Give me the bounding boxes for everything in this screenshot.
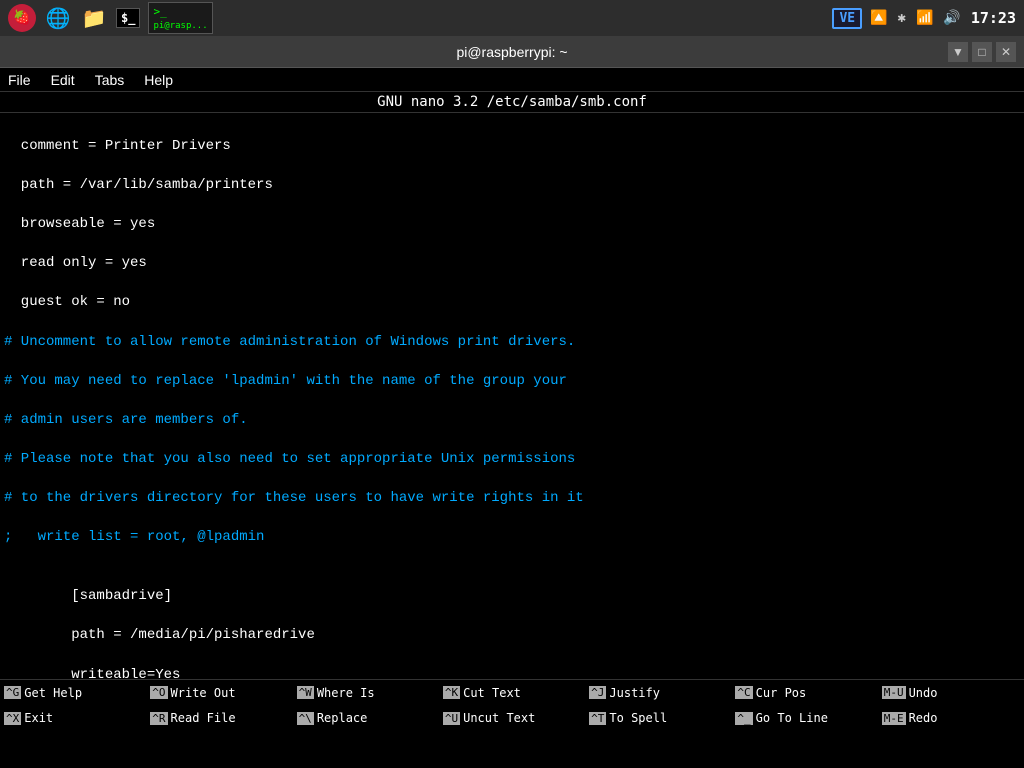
- editor-line: # admin users are members of.: [0, 411, 1024, 431]
- shortcut-label: Read File: [171, 711, 236, 725]
- window-controls[interactable]: ▼ □ ✕: [948, 42, 1016, 62]
- shortcut-uncut-text[interactable]: ^U Uncut Text: [439, 706, 585, 732]
- terminal-title: pi@raspberrypi: ~: [456, 44, 567, 60]
- menu-help[interactable]: Help: [144, 72, 173, 88]
- ve-badge: VE: [832, 8, 862, 29]
- globe-icon[interactable]: 🌐: [44, 4, 72, 32]
- shortcut-key: ^K: [443, 686, 460, 699]
- shortcut-key: M-U: [882, 686, 906, 699]
- window-close-button[interactable]: ✕: [996, 42, 1016, 62]
- shortcut-label: Undo: [909, 686, 938, 700]
- editor-line: guest ok = no: [0, 293, 1024, 313]
- bluetooth-icon: 🔼: [870, 10, 887, 26]
- window-maximize-button[interactable]: □: [972, 42, 992, 62]
- window-minimize-button[interactable]: ▼: [948, 42, 968, 62]
- system-right: 🔼 ✱ 📶 🔊 17:23: [870, 9, 1016, 27]
- shortcut-go-to-line[interactable]: ^_ Go To Line: [731, 706, 877, 732]
- terminal-titlebar: pi@raspberrypi: ~ ▼ □ ✕: [0, 36, 1024, 68]
- shortcut-justify[interactable]: ^J Justify: [585, 680, 731, 706]
- shortcut-redo[interactable]: M-E Redo: [878, 706, 1024, 732]
- menu-edit[interactable]: Edit: [51, 72, 75, 88]
- shortcut-key: ^C: [735, 686, 752, 699]
- shortcut-undo[interactable]: M-U Undo: [878, 680, 1024, 706]
- bluetooth2-icon: ✱: [898, 10, 906, 26]
- shortcut-exit[interactable]: ^X Exit: [0, 706, 146, 732]
- nano-menubar: File Edit Tabs Help: [0, 68, 1024, 92]
- editor-line: read only = yes: [0, 254, 1024, 274]
- shortcut-where-is[interactable]: ^W Where Is: [293, 680, 439, 706]
- shortcut-write-out[interactable]: ^O Write Out: [146, 680, 292, 706]
- shortcut-key: ^R: [150, 712, 167, 725]
- shortcut-get-help[interactable]: ^G Get Help: [0, 680, 146, 706]
- shortcut-to-spell[interactable]: ^T To Spell: [585, 706, 731, 732]
- terminal2-icon[interactable]: >_pi@rasp...: [148, 2, 212, 34]
- shortcut-key: ^U: [443, 712, 460, 725]
- editor-area[interactable]: comment = Printer Drivers path = /var/li…: [0, 113, 1024, 679]
- shortcut-label: Exit: [24, 711, 53, 725]
- shortcut-label: Get Help: [24, 686, 82, 700]
- shortcut-key: ^O: [150, 686, 167, 699]
- nano-header: GNU nano 3.2 /etc/samba/smb.conf: [0, 92, 1024, 113]
- editor-line: path = /var/lib/samba/printers: [0, 176, 1024, 196]
- shortcut-key: ^_: [735, 712, 752, 725]
- terminal-icon[interactable]: $_: [116, 8, 140, 28]
- clock: 17:23: [971, 9, 1016, 27]
- shortcut-key: ^W: [297, 686, 314, 699]
- shortcut-label: Redo: [909, 711, 938, 725]
- system-bar: 🍓 🌐 📁 $_ >_pi@rasp... VE 🔼 ✱ 📶 🔊 17:23: [0, 0, 1024, 36]
- folder-icon[interactable]: 📁: [80, 4, 108, 32]
- wifi-icon: 📶: [916, 10, 933, 26]
- editor-line: ; write list = root, @lpadmin: [0, 528, 1024, 548]
- shortcut-key: ^T: [589, 712, 606, 725]
- raspberry-icon[interactable]: 🍓: [8, 4, 36, 32]
- editor-line: writeable=Yes: [0, 666, 1024, 679]
- terminal-window: pi@raspberrypi: ~ ▼ □ ✕ File Edit Tabs H…: [0, 36, 1024, 731]
- volume-icon: 🔊: [943, 10, 960, 26]
- menu-file[interactable]: File: [8, 72, 31, 88]
- shortcut-label: Go To Line: [756, 711, 828, 725]
- shortcut-key: M-E: [882, 712, 906, 725]
- shortcut-label: Uncut Text: [463, 711, 535, 725]
- shortcut-key: ^J: [589, 686, 606, 699]
- shortcut-label: Justify: [609, 686, 660, 700]
- shortcuts-bar: ^G Get Help ^O Write Out ^W Where Is ^K …: [0, 679, 1024, 731]
- shortcut-key: ^G: [4, 686, 21, 699]
- shortcut-label: Where Is: [317, 686, 375, 700]
- editor-line: [sambadrive]: [0, 587, 1024, 607]
- editor-line: browseable = yes: [0, 215, 1024, 235]
- shortcut-cut-text[interactable]: ^K Cut Text: [439, 680, 585, 706]
- editor-line: # You may need to replace 'lpadmin' with…: [0, 372, 1024, 392]
- editor-line: # Please note that you also need to set …: [0, 450, 1024, 470]
- menu-tabs[interactable]: Tabs: [95, 72, 125, 88]
- shortcut-key: ^X: [4, 712, 21, 725]
- shortcut-label: Cur Pos: [756, 686, 807, 700]
- editor-line: path = /media/pi/pisharedrive: [0, 626, 1024, 646]
- shortcut-label: Replace: [317, 711, 368, 725]
- shortcut-label: Write Out: [171, 686, 236, 700]
- editor-line: comment = Printer Drivers: [0, 137, 1024, 157]
- shortcut-label: Cut Text: [463, 686, 521, 700]
- shortcut-cur-pos[interactable]: ^C Cur Pos: [731, 680, 877, 706]
- shortcut-read-file[interactable]: ^R Read File: [146, 706, 292, 732]
- shortcut-label: To Spell: [609, 711, 667, 725]
- shortcut-replace[interactable]: ^\ Replace: [293, 706, 439, 732]
- editor-line: # Uncomment to allow remote administrati…: [0, 333, 1024, 353]
- shortcut-key: ^\: [297, 712, 314, 725]
- editor-line: # to the drivers directory for these use…: [0, 489, 1024, 509]
